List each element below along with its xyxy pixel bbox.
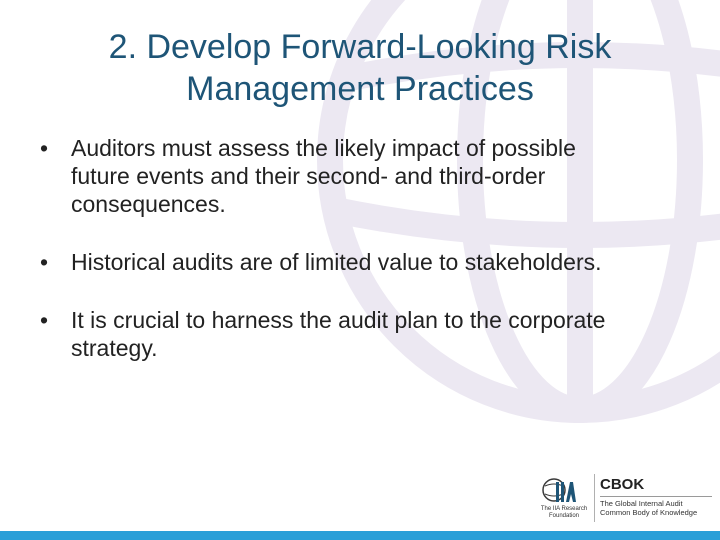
cbok-title: CBOK	[600, 476, 645, 493]
logo-divider	[594, 474, 595, 522]
bullet-text: Auditors must assess the likely impact o…	[71, 135, 576, 217]
bullet-item: • Historical audits are of limited value…	[40, 248, 640, 276]
bullet-marker: •	[40, 135, 49, 161]
iia-logo-icon	[542, 478, 576, 502]
bullet-text: It is crucial to harness the audit plan …	[71, 307, 606, 361]
cbok-sub-line-1: The Global Internal Audit	[600, 499, 683, 508]
bullet-item: • Auditors must assess the likely impact…	[40, 134, 640, 218]
iia-caption-line-1: The IIA Research	[540, 506, 588, 512]
title-line-1: 2. Develop Forward-Looking Risk	[108, 28, 612, 66]
bullet-marker: •	[40, 249, 49, 275]
iia-logo: The IIA Research Foundation	[536, 474, 588, 522]
bullet-text: Historical audits are of limited value t…	[71, 249, 602, 275]
cbok-subtitle: The Global Internal Audit Common Body of…	[600, 499, 720, 517]
cbok-sub-line-2: Common Body of Knowledge	[600, 508, 698, 517]
title-line-2: Management Practices	[186, 70, 534, 108]
slide: 2. Develop Forward-Looking Risk Manageme…	[0, 0, 720, 540]
cbok-rule	[600, 496, 712, 497]
footer-logos: The IIA Research Foundation CBOK The Glo…	[536, 474, 720, 524]
slide-title: 2. Develop Forward-Looking Risk Manageme…	[40, 26, 680, 110]
iia-caption-line-2: Foundation	[548, 513, 580, 519]
bottom-accent-bar	[0, 531, 720, 540]
bullet-item: • It is crucial to harness the audit pla…	[40, 306, 640, 362]
iia-caption: The IIA Research Foundation	[536, 506, 592, 520]
bullet-marker: •	[40, 307, 49, 333]
bullet-list: • Auditors must assess the likely impact…	[40, 134, 640, 392]
